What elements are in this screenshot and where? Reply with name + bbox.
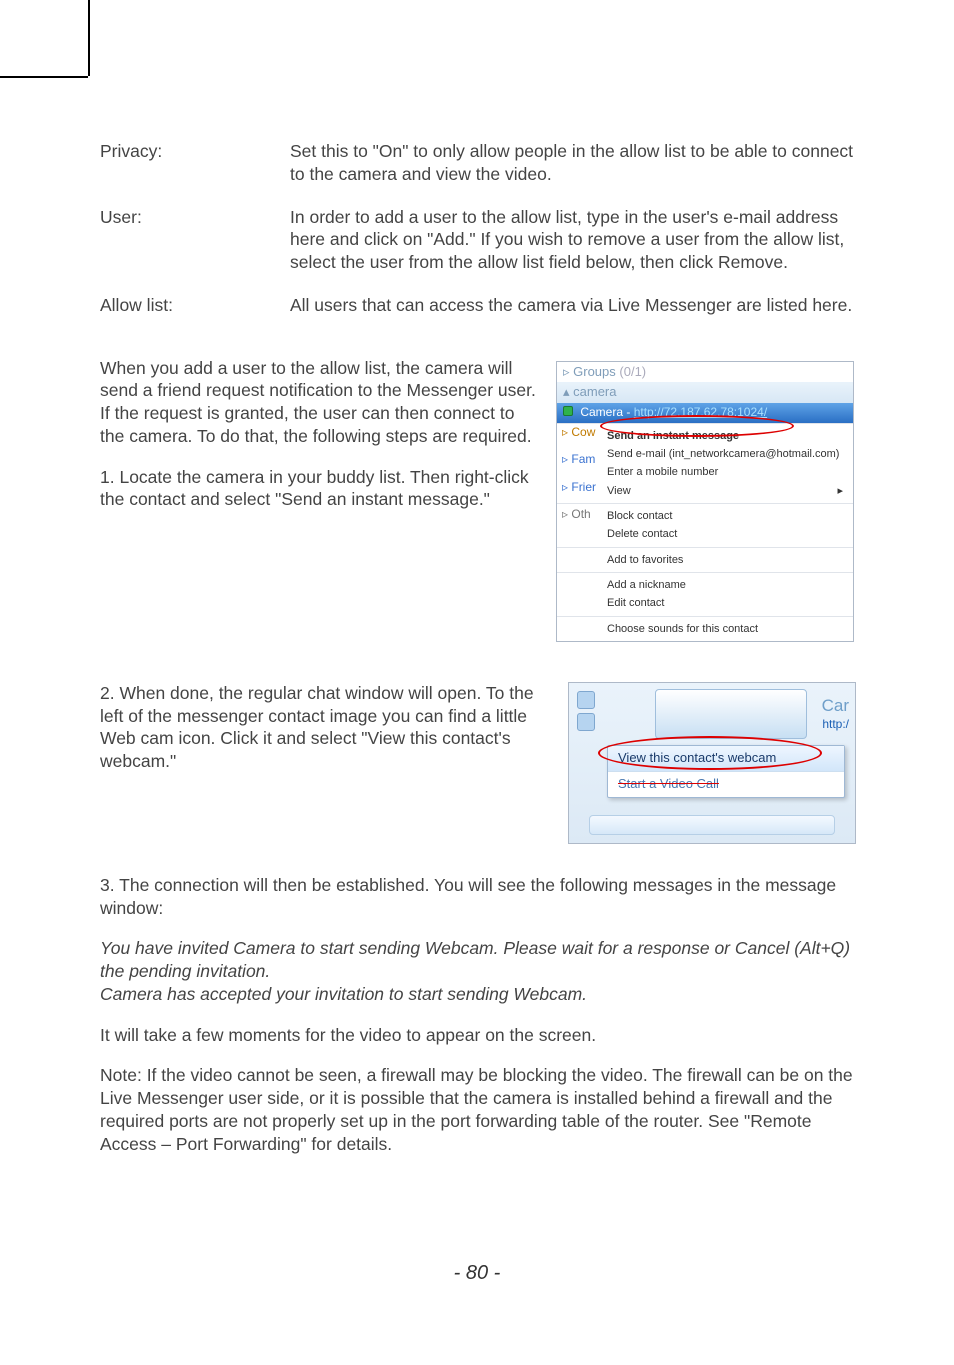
camera-group-header[interactable]: ▴ camera: [557, 382, 853, 403]
contact-url-partial: http:/: [822, 717, 849, 733]
webcam-dropdown: View this contact's webcam Start a Video…: [607, 745, 845, 798]
camera-name: Camera: [580, 405, 623, 419]
camera-head-label: ▴ camera: [563, 384, 617, 399]
screenshot-context-menu: ▹ Groups (0/1) ▴ camera Camera - http://…: [556, 357, 854, 642]
menu-add-nickname[interactable]: Add a nickname: [557, 576, 853, 594]
step1-text: When you add a user to the allow list, t…: [100, 357, 536, 642]
screenshot-webcam-menu: Car http:/ View this contact's webcam St…: [568, 682, 854, 844]
note-firewall: Note: If the video cannot be seen, a fir…: [100, 1064, 854, 1155]
crop-mark-v: [88, 0, 90, 76]
document-page: Privacy: Set this to "On" to only allow …: [0, 0, 954, 1365]
def-term: Allow list:: [100, 294, 290, 317]
menu-choose-sounds[interactable]: Choose sounds for this contact: [557, 620, 853, 638]
status-online-icon: [563, 406, 573, 416]
menu-enter-mobile[interactable]: Enter a mobile number: [557, 463, 853, 481]
camera-contact-row[interactable]: Camera - http://72.187.62.78:1024/: [557, 403, 853, 423]
para-allowlist-intro: When you add a user to the allow list, t…: [100, 357, 536, 448]
groups-header[interactable]: ▹ Groups (0/1): [557, 362, 853, 383]
step2-text: 2. When done, the regular chat window wi…: [100, 682, 548, 844]
def-term: Privacy:: [100, 140, 290, 186]
def-allowlist: Allow list: All users that can access th…: [100, 294, 854, 317]
context-menu: Send an instant message Send e-mail (int…: [557, 423, 853, 641]
camera-url-link[interactable]: http://72.187.62.78:1024/: [634, 405, 767, 419]
groups-count: (0/1): [619, 364, 646, 379]
para-wait: It will take a few moments for the video…: [100, 1024, 854, 1047]
step3: 3. The connection will then be establish…: [100, 874, 854, 920]
menu-delete[interactable]: Delete contact: [557, 525, 853, 543]
menu-send-email[interactable]: Send e-mail (int_networkcamera@hotmail.c…: [557, 445, 853, 463]
menu-edit-contact[interactable]: Edit contact: [557, 594, 853, 612]
menu-view[interactable]: View ▸: [557, 482, 853, 500]
def-desc: Set this to "On" to only allow people in…: [290, 140, 854, 186]
messenger-buddy-list: ▹ Groups (0/1) ▴ camera Camera - http://…: [556, 361, 854, 642]
step2-block: 2. When done, the regular chat window wi…: [100, 682, 854, 844]
invite-message-2: Camera has accepted your invitation to s…: [100, 983, 854, 1006]
menu-block[interactable]: Block contact: [557, 507, 853, 525]
def-desc: In order to add a user to the allow list…: [290, 206, 854, 274]
submenu-arrow-icon: ▸: [837, 484, 843, 498]
def-privacy: Privacy: Set this to "On" to only allow …: [100, 140, 854, 186]
groups-label: ▹ Groups: [563, 364, 616, 379]
invite-message-1: You have invited Camera to start sending…: [100, 937, 854, 983]
crop-mark-h: [0, 76, 88, 78]
step2: 2. When done, the regular chat window wi…: [100, 682, 548, 773]
display-pic-icon[interactable]: [577, 713, 595, 731]
menu-view-label: View: [607, 485, 631, 497]
message-input-bar[interactable]: [589, 815, 835, 835]
step1-block: When you add a user to the allow list, t…: [100, 357, 854, 642]
step1: 1. Locate the camera in your buddy list.…: [100, 466, 536, 512]
menu-view-webcam[interactable]: View this contact's webcam: [608, 746, 844, 772]
page-content: Privacy: Set this to "On" to only allow …: [100, 140, 854, 1173]
contact-name-partial: Car: [822, 695, 849, 717]
webcam-icon[interactable]: [577, 691, 595, 709]
menu-add-favorites[interactable]: Add to favorites: [557, 551, 853, 569]
contact-avatar: [655, 689, 807, 739]
page-number: - 80 -: [0, 1262, 954, 1285]
menu-send-im[interactable]: Send an instant message: [557, 427, 853, 445]
def-term: User:: [100, 206, 290, 274]
chat-window: Car http:/ View this contact's webcam St…: [568, 682, 856, 844]
def-user: User: In order to add a user to the allo…: [100, 206, 854, 274]
menu-start-video-call[interactable]: Start a Video Call: [608, 772, 844, 797]
def-desc: All users that can access the camera via…: [290, 294, 854, 317]
side-icons: [577, 691, 595, 735]
start-video-label: Start a Video Call: [618, 776, 719, 791]
